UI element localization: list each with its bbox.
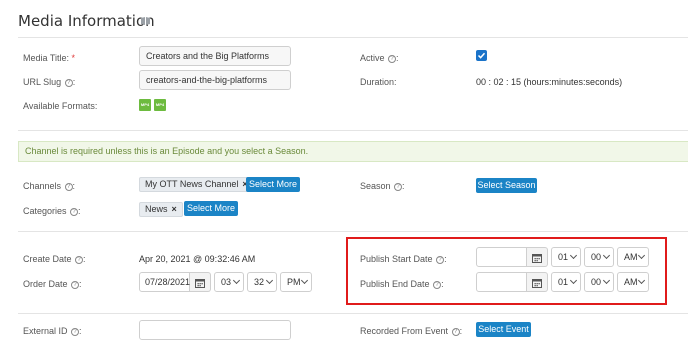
- calendar-button[interactable]: [190, 272, 211, 292]
- active-checkbox[interactable]: [476, 50, 487, 61]
- mp4-format-icon[interactable]: MP4: [154, 99, 166, 111]
- external-id-input[interactable]: [139, 320, 291, 340]
- season-label: Season ?:: [360, 181, 405, 191]
- channel-tag: My OTT News Channel ×: [139, 177, 254, 192]
- chevron-down-icon: [300, 276, 309, 285]
- divider: [18, 130, 688, 131]
- media-title-input[interactable]: Creators and the Big Platforms: [139, 46, 291, 66]
- order-minute-select[interactable]: 32: [247, 272, 277, 292]
- media-title-label: Media Title: *: [23, 53, 76, 63]
- url-slug-label: URL Slug ?:: [23, 77, 76, 87]
- create-date-label: Create Date ?:: [23, 254, 86, 264]
- divider: [18, 313, 688, 314]
- check-icon: [477, 52, 486, 59]
- page-title: Media Information: [18, 12, 155, 30]
- channel-required-alert: Channel is required unless this is an Ep…: [18, 141, 688, 162]
- order-hour-select[interactable]: 03: [214, 272, 244, 292]
- order-ampm-select[interactable]: PM: [280, 272, 312, 292]
- active-label: Active ?:: [360, 53, 399, 63]
- publish-dates-highlight: [346, 237, 667, 305]
- help-icon[interactable]: ?: [394, 183, 403, 191]
- help-icon[interactable]: ?: [70, 208, 79, 216]
- select-more-channels-button[interactable]: Select More: [246, 177, 300, 192]
- chevron-down-icon: [232, 276, 241, 285]
- channels-label: Channels ?:: [23, 181, 76, 191]
- divider: [18, 37, 688, 38]
- help-icon[interactable]: ?: [388, 55, 397, 63]
- help-icon[interactable]: ?: [64, 79, 73, 87]
- order-date-input[interactable]: 07/28/2021: [139, 272, 190, 292]
- help-icon[interactable]: ?: [64, 183, 73, 191]
- remove-tag-icon[interactable]: ×: [172, 204, 177, 214]
- duration-label: Duration:: [360, 77, 397, 87]
- help-icon[interactable]: ?: [451, 328, 460, 336]
- calendar-icon: [195, 279, 205, 288]
- select-season-button[interactable]: Select Season: [476, 178, 537, 193]
- recorded-from-event-label: Recorded From Event ?:: [360, 326, 463, 336]
- categories-label: Categories ?:: [23, 206, 81, 216]
- help-icon[interactable]: ?: [71, 281, 80, 289]
- select-more-categories-button[interactable]: Select More: [184, 201, 238, 216]
- available-formats-label: Available Formats:: [23, 101, 98, 111]
- create-date-value: Apr 20, 2021 @ 09:32:46 AM: [139, 254, 256, 264]
- help-icon[interactable]: ?: [75, 256, 84, 264]
- select-event-button[interactable]: Select Event: [476, 322, 531, 337]
- order-date-label: Order Date ?:: [23, 279, 82, 289]
- url-slug-input[interactable]: creators-and-the-big-platforms: [139, 70, 291, 90]
- divider: [18, 231, 688, 232]
- mp4-format-icon[interactable]: MP4: [139, 99, 151, 111]
- help-icon[interactable]: ?: [71, 328, 80, 336]
- duration-value: 00 : 02 : 15 (hours:minutes:seconds): [476, 77, 623, 87]
- category-tag: News ×: [139, 202, 183, 217]
- external-id-label: External ID ?:: [23, 326, 82, 336]
- book-icon: [141, 17, 150, 25]
- chevron-down-icon: [265, 276, 274, 285]
